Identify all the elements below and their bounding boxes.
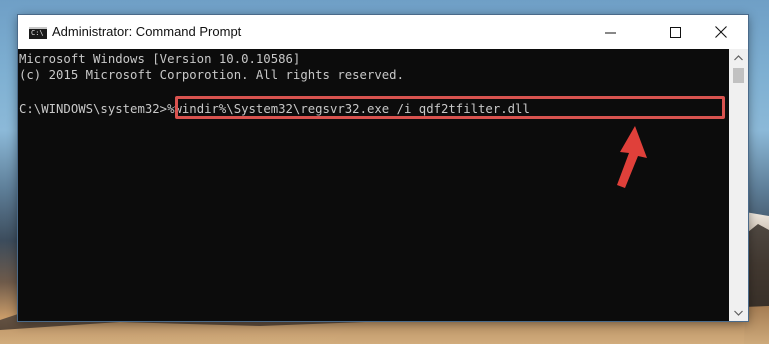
scroll-up-button[interactable] xyxy=(729,49,748,66)
command-highlight-box xyxy=(175,96,725,119)
console-line-version: Microsoft Windows [Version 10.0.10586] xyxy=(19,52,301,66)
minimize-icon xyxy=(604,32,616,33)
vertical-scrollbar[interactable] xyxy=(729,49,748,321)
desktop-background: C:\ Administrator: Command Prompt Micros… xyxy=(0,0,769,344)
cmd-app-icon-glyph: C:\ xyxy=(31,29,44,37)
cmd-app-icon[interactable]: C:\ xyxy=(29,27,47,39)
console-prompt: C:\WINDOWS\system32> xyxy=(19,102,168,116)
maximize-icon xyxy=(669,26,681,38)
close-icon xyxy=(715,26,727,38)
scroll-thumb[interactable] xyxy=(733,68,744,83)
minimize-button[interactable] xyxy=(587,15,633,49)
maximize-button[interactable] xyxy=(652,15,698,49)
console-line-copyright: (c) 2015 Microsoft Corporotion. All righ… xyxy=(19,68,404,82)
scroll-up-arrow-icon xyxy=(734,54,743,60)
window-title: Administrator: Command Prompt xyxy=(52,24,242,39)
scroll-down-button[interactable] xyxy=(729,304,748,321)
close-button[interactable] xyxy=(698,15,744,49)
title-bar[interactable]: C:\ Administrator: Command Prompt xyxy=(18,15,748,49)
scroll-down-arrow-icon xyxy=(734,310,743,316)
red-arrow-icon xyxy=(617,126,647,188)
